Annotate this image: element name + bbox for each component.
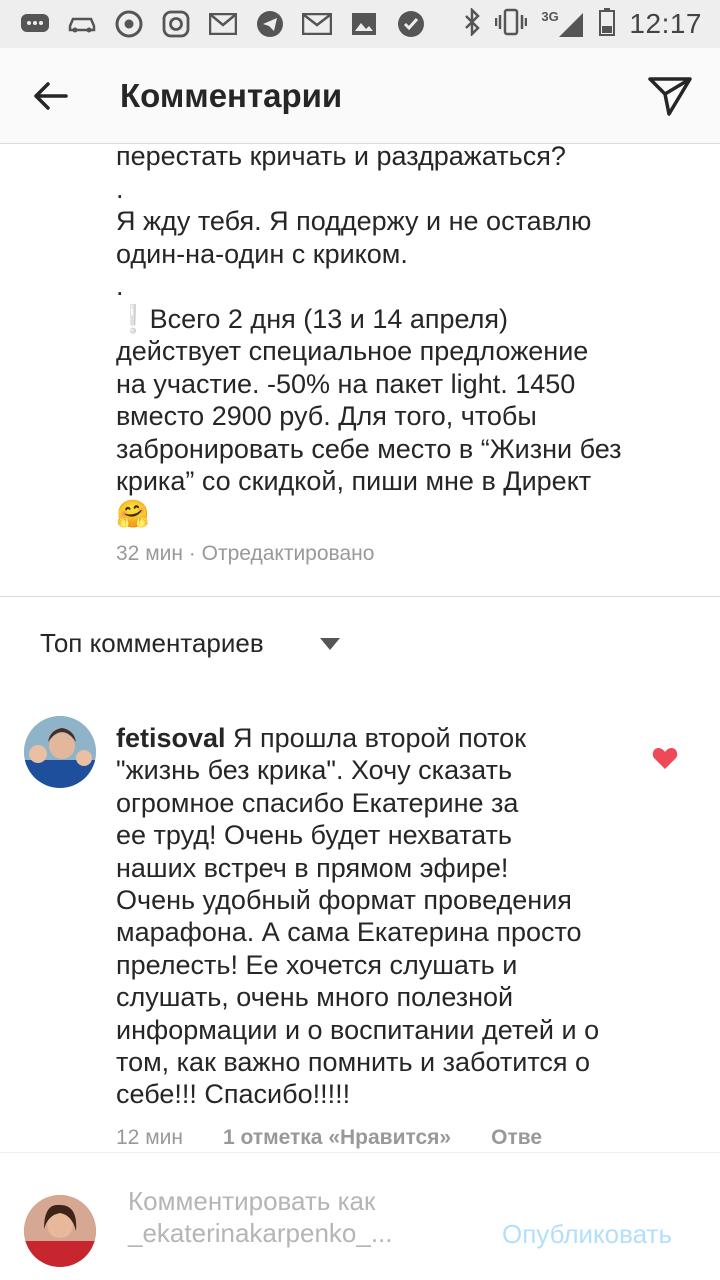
chevron-down-icon (319, 637, 340, 650)
vibrate-icon (495, 8, 528, 41)
comment-time: 12 мин (116, 1126, 183, 1149)
app-header: Комментарии (0, 48, 720, 144)
telegram-icon (255, 10, 285, 38)
instagram-icon (161, 10, 191, 38)
post-caption: перестать кричать и раздражаться? . Я жд… (116, 141, 622, 529)
direct-send-button[interactable] (644, 70, 696, 122)
comment-input[interactable]: Комментировать как _ekaterinakarpenko_..… (128, 1185, 458, 1249)
sort-dropdown[interactable]: Топ комментариев (40, 628, 340, 659)
comment-text: Я прошла второй поток "жизнь без крика".… (116, 723, 600, 1110)
direct-send-icon (648, 76, 692, 116)
bluetooth-icon (463, 6, 481, 41)
mail-icon (302, 10, 332, 38)
divider (0, 596, 720, 597)
chrome-icon (114, 10, 144, 38)
back-button[interactable] (26, 72, 74, 120)
image-icon (349, 10, 379, 38)
signal-icon: 3G (541, 9, 585, 39)
comment-likes-link[interactable]: 1 отметка «Нравится» (223, 1126, 451, 1150)
caption-meta: 32 мин · Отредактировано (116, 542, 375, 565)
like-heart-icon[interactable] (652, 746, 678, 770)
page-title: Комментарии (120, 76, 343, 114)
status-bar: 3G 12:17 (0, 0, 720, 48)
avatar[interactable] (24, 716, 96, 788)
clock: 12:17 (629, 8, 702, 39)
comment-composer: Комментировать как _ekaterinakarpenko_..… (0, 1152, 720, 1280)
back-arrow-icon (34, 81, 68, 110)
avatar (24, 1195, 96, 1267)
comment-meta: 12 мин 1 отметка «Нравится» Отве (116, 1126, 542, 1150)
comment-username[interactable]: fetisoval (116, 723, 226, 753)
battery-icon (599, 7, 616, 41)
sort-label: Топ комментариев (40, 628, 264, 658)
car-icon (67, 10, 97, 38)
comment-body: fetisoval Я прошла второй поток "жизнь б… (116, 722, 636, 1111)
message-icon (20, 10, 50, 38)
gmail-icon (208, 10, 238, 38)
reply-button[interactable]: Отве (491, 1126, 542, 1150)
check-icon (396, 10, 426, 38)
publish-button[interactable]: Опубликовать (502, 1219, 672, 1250)
